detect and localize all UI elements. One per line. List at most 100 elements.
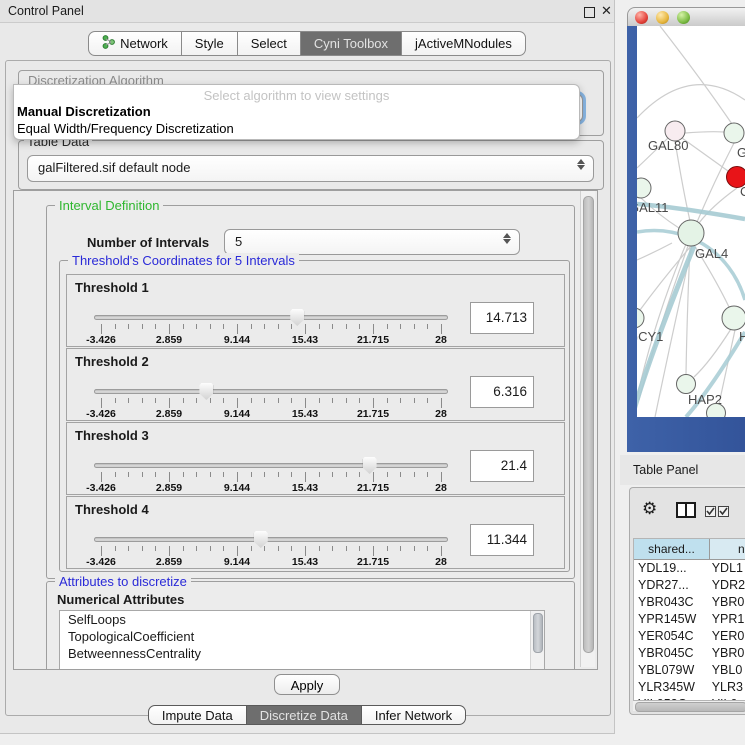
- tick-mark: [264, 472, 265, 477]
- tick-label: 21.715: [357, 556, 389, 568]
- tab-style[interactable]: Style: [182, 31, 238, 56]
- tab-label: Impute Data: [162, 708, 233, 723]
- table-row[interactable]: YBL079WYBL0: [634, 662, 745, 679]
- tab-infer-network[interactable]: Infer Network: [362, 705, 466, 725]
- tick-mark: [441, 324, 442, 334]
- tick-mark: [346, 472, 347, 477]
- tick-mark: [441, 546, 442, 556]
- columns-icon[interactable]: [676, 502, 696, 523]
- tick-mark: [155, 324, 156, 329]
- cell-name: YBR0: [707, 645, 745, 662]
- network-canvas[interactable]: GAL80GCGAL11GAL4GCY1HHAP2: [637, 26, 745, 417]
- table-row[interactable]: YBR043CYBR0: [634, 594, 745, 611]
- network-node-hap2[interactable]: [677, 375, 696, 394]
- threshold-value-field[interactable]: 6.316: [470, 376, 534, 408]
- network-node-gal11[interactable]: [637, 178, 651, 198]
- cell-shared-name: YDL19...: [634, 560, 707, 577]
- control-panel-title: Control Panel: [8, 4, 84, 18]
- dropdown-item-manual-discretization[interactable]: Manual Discretization: [17, 104, 151, 119]
- network-node-g[interactable]: [724, 123, 744, 143]
- tick-label: -3.426: [86, 482, 116, 494]
- threshold-value-field[interactable]: 11.344: [470, 524, 534, 556]
- threshold-label: Threshold 3: [75, 428, 149, 443]
- cell-name: YDL1: [707, 560, 745, 577]
- scrollbar-thumb[interactable]: [635, 702, 745, 712]
- scrollbar-thumb[interactable]: [533, 613, 543, 653]
- gear-icon[interactable]: ⚙: [642, 500, 657, 517]
- apply-button[interactable]: Apply: [274, 674, 340, 695]
- tick-label: 21.715: [357, 482, 389, 494]
- tab-discretize-data[interactable]: Discretize Data: [247, 705, 362, 725]
- algorithm-dropdown-popup: Select algorithm to view settings Manual…: [13, 84, 580, 140]
- tick-mark: [196, 398, 197, 403]
- numerical-attributes-list[interactable]: SelfLoopsTopologicalCoefficientBetweenne…: [59, 610, 545, 670]
- node-label: GCY1: [637, 329, 663, 344]
- table-data-combobox[interactable]: galFiltered.sif default node: [27, 155, 594, 182]
- close-traffic-light-icon[interactable]: [635, 11, 648, 24]
- tick-mark: [427, 398, 428, 403]
- numerical-attributes-label: Numerical Attributes: [57, 592, 184, 607]
- node-table[interactable]: shared... n YDL19...YDL1YDR27...YDR2YBR0…: [633, 538, 745, 701]
- tick-mark: [414, 398, 415, 403]
- tick-mark: [427, 546, 428, 551]
- scrollbar-thumb[interactable]: [583, 196, 594, 653]
- minimize-traffic-light-icon[interactable]: [656, 11, 669, 24]
- network-node-h[interactable]: [722, 306, 745, 330]
- tick-mark: [387, 546, 388, 551]
- network-node-gal4[interactable]: [678, 220, 704, 246]
- network-node-gcy1[interactable]: [637, 308, 644, 328]
- threshold-value-field[interactable]: 21.4: [470, 450, 534, 482]
- table-row[interactable]: YBR045CYBR0: [634, 645, 745, 662]
- table-horizontal-scrollbar[interactable]: [633, 701, 745, 711]
- tick-mark: [101, 472, 102, 482]
- list-item[interactable]: TopologicalCoefficient: [60, 628, 544, 645]
- tick-mark: [251, 324, 252, 329]
- column-header-name[interactable]: n: [710, 539, 745, 560]
- tick-mark: [155, 546, 156, 551]
- select-columns-icon[interactable]: [705, 506, 729, 517]
- list-item[interactable]: BetweennessCentrality: [60, 645, 544, 662]
- node-label: G: [737, 145, 745, 160]
- threshold-slider-track[interactable]: [94, 315, 448, 320]
- number-of-intervals-spinner[interactable]: 5: [224, 229, 520, 255]
- tab-network[interactable]: Network: [88, 31, 182, 56]
- tick-label: 15.43: [292, 334, 318, 346]
- tick-label: -3.426: [86, 334, 116, 346]
- tab-select[interactable]: Select: [238, 31, 301, 56]
- column-header-shared[interactable]: shared...: [634, 539, 710, 560]
- node-label: GAL11: [637, 200, 669, 215]
- table-row[interactable]: YLR345WYLR3: [634, 679, 745, 696]
- table-row[interactable]: YPR145WYPR1: [634, 611, 745, 628]
- tab-jactivemnodules[interactable]: jActiveMNodules: [402, 31, 526, 56]
- settings-vertical-scrollbar[interactable]: [580, 191, 595, 667]
- table-row[interactable]: YDR27...YDR2: [634, 577, 745, 594]
- control-panel-window: Control Panel ✕ NetworkStyleSelectCyni T…: [0, 0, 615, 734]
- tab-impute-data[interactable]: Impute Data: [148, 705, 247, 725]
- number-of-intervals-value: 5: [235, 234, 242, 249]
- cell-shared-name: YBL079W: [634, 662, 707, 679]
- close-icon[interactable]: ✕: [601, 3, 612, 19]
- zoom-traffic-light-icon[interactable]: [677, 11, 690, 24]
- threshold-slider-track[interactable]: [94, 537, 448, 542]
- tick-mark: [319, 472, 320, 477]
- list-item[interactable]: SelfLoops: [60, 611, 544, 628]
- threshold-value-field[interactable]: 14.713: [470, 302, 534, 334]
- tick-mark: [237, 472, 238, 482]
- tick-mark: [414, 472, 415, 477]
- threshold-row-1: Threshold 1-3.4262.8599.14415.4321.71528…: [66, 274, 565, 347]
- tick-label: 15.43: [292, 408, 318, 420]
- table-row[interactable]: YER054CYER0: [634, 628, 745, 645]
- table-row[interactable]: YDL19...YDL1: [634, 560, 745, 577]
- cell-name: YBL0: [707, 662, 745, 679]
- tick-mark: [237, 546, 238, 556]
- tick-mark: [237, 324, 238, 334]
- tab-cyni-toolbox[interactable]: Cyni Toolbox: [301, 31, 402, 56]
- tick-mark: [128, 472, 129, 477]
- attributes-scrollbar[interactable]: [530, 611, 544, 670]
- threshold-slider-track[interactable]: [94, 389, 448, 394]
- dropdown-item-equal-width[interactable]: Equal Width/Frequency Discretization: [17, 121, 234, 136]
- tick-mark: [332, 324, 333, 329]
- number-of-intervals-label: Number of Intervals: [87, 235, 209, 250]
- float-window-icon[interactable]: [584, 7, 595, 18]
- threshold-slider-track[interactable]: [94, 463, 448, 468]
